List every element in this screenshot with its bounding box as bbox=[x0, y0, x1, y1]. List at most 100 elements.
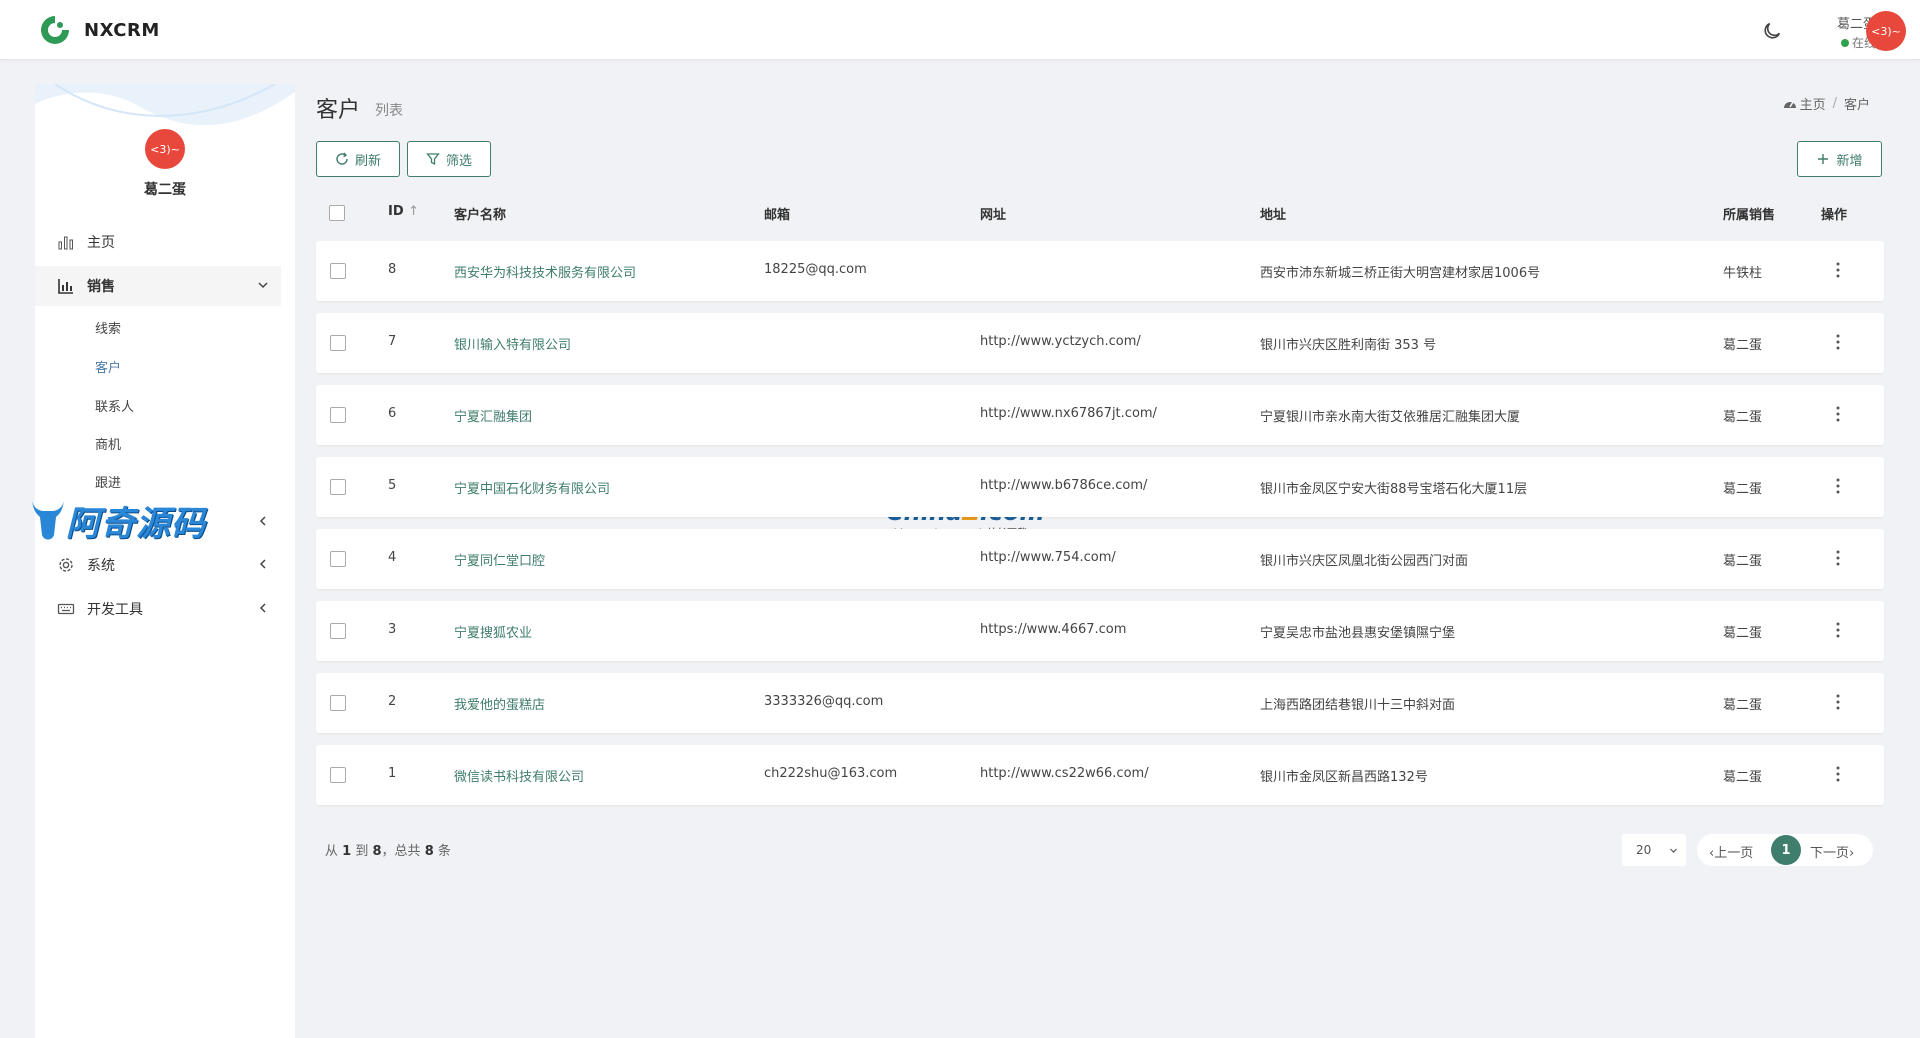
row-checkbox[interactable] bbox=[330, 551, 346, 567]
row-address: 宁夏银川市亲水南大街艾依雅居汇融集团大厦 bbox=[1260, 410, 1521, 425]
column-name[interactable]: 客户名称 bbox=[454, 204, 506, 223]
row-checkbox[interactable] bbox=[330, 479, 346, 495]
row-customer-name-link[interactable]: 宁夏搜狐农业 bbox=[454, 622, 532, 641]
pagination-summary: 从 1 到 8，总共 8 条 bbox=[325, 840, 451, 859]
row-id: 8 bbox=[388, 262, 397, 277]
refresh-button[interactable]: 刷新 bbox=[316, 141, 400, 177]
row-id: 7 bbox=[388, 334, 397, 349]
pagination: ‹上一页 1 下一页› bbox=[1697, 834, 1873, 866]
add-button-label: 新增 bbox=[1836, 153, 1863, 169]
table-row[interactable]: 6 宁夏汇融集团 http://www.nx67867jt.com/ 宁夏银川市… bbox=[316, 385, 1884, 445]
more-vertical-icon[interactable] bbox=[1836, 333, 1840, 351]
select-all-checkbox[interactable] bbox=[329, 205, 345, 221]
top-bar: NXCRM 葛二蛋 在线 <3)~ bbox=[0, 0, 1920, 60]
row-customer-name-link[interactable]: 银川输入特有限公司 bbox=[454, 334, 571, 353]
column-email[interactable]: 邮箱 bbox=[764, 204, 790, 223]
sidebar-subitem-followups[interactable]: 跟进 bbox=[95, 472, 121, 491]
sidebar-subitem-customers[interactable]: 客户 bbox=[95, 357, 121, 376]
row-sales: 葛二蛋 bbox=[1723, 698, 1763, 713]
sidebar-item-dev-tools[interactable]: 开发工具 bbox=[35, 589, 281, 629]
filter-button[interactable]: 筛选 bbox=[407, 141, 491, 177]
more-vertical-icon[interactable] bbox=[1836, 693, 1840, 711]
page-size-select[interactable]: 20 bbox=[1622, 834, 1686, 866]
bar-chart-icon bbox=[58, 236, 73, 250]
row-checkbox[interactable] bbox=[330, 767, 346, 783]
chevron-left-icon bbox=[259, 559, 266, 569]
more-vertical-icon[interactable] bbox=[1836, 405, 1840, 423]
summary-text: 从 bbox=[325, 844, 339, 859]
summary-from: 1 bbox=[342, 844, 352, 859]
sidebar-user-name: 葛二蛋 bbox=[144, 182, 186, 198]
sidebar: <3)~ 葛二蛋 主页 销售 线索 客户 联系人 商机 跟进 系统 开发工具 bbox=[35, 84, 295, 1038]
row-customer-name-link[interactable]: 微信读书科技有限公司 bbox=[454, 766, 584, 785]
row-customer-name-link[interactable]: 宁夏同仁堂口腔 bbox=[454, 550, 545, 569]
row-address: 上海西路团结巷银川十三中斜对面 bbox=[1260, 698, 1456, 713]
more-vertical-icon[interactable] bbox=[1836, 621, 1840, 639]
sidebar-item-label: 销售 bbox=[87, 279, 115, 295]
sidebar-item-system[interactable]: 系统 bbox=[35, 545, 281, 585]
sidebar-item-label: 开发工具 bbox=[87, 602, 143, 618]
table-row[interactable]: 2 我爱他的蛋糕店 3333326@qq.com 上海西路团结巷银川十三中斜对面… bbox=[316, 673, 1884, 733]
page-title: 客户 bbox=[316, 98, 361, 123]
row-customer-name-link[interactable]: 西安华为科技技术服务有限公司 bbox=[454, 262, 636, 281]
chevron-down-icon bbox=[258, 282, 268, 289]
row-email: ch222shu@163.com bbox=[764, 766, 898, 781]
page-number-current[interactable]: 1 bbox=[1771, 835, 1801, 865]
column-address[interactable]: 地址 bbox=[1260, 204, 1286, 223]
app-name: NXCRM bbox=[84, 19, 160, 41]
more-vertical-icon[interactable] bbox=[1836, 477, 1840, 495]
prev-page-label: 上一页 bbox=[1714, 846, 1754, 861]
row-checkbox[interactable] bbox=[330, 407, 346, 423]
row-address: 银川市兴庆区凤凰北街公园西门对面 bbox=[1260, 554, 1469, 569]
dark-mode-icon[interactable] bbox=[1761, 20, 1783, 42]
row-id: 3 bbox=[388, 622, 397, 637]
chevron-left-icon bbox=[259, 603, 266, 613]
breadcrumb-separator: / bbox=[1832, 96, 1837, 111]
row-checkbox[interactable] bbox=[330, 623, 346, 639]
sidebar-subitem-opportunities[interactable]: 商机 bbox=[95, 434, 121, 453]
row-email: 3333326@qq.com bbox=[764, 694, 884, 709]
table-row[interactable]: 1 微信读书科技有限公司 ch222shu@163.com http://www… bbox=[316, 745, 1884, 805]
gear-icon bbox=[59, 558, 73, 572]
row-customer-name-link[interactable]: 宁夏中国石化财务有限公司 bbox=[454, 478, 610, 497]
sidebar-subitem-leads[interactable]: 线索 bbox=[95, 318, 121, 337]
table-header: ID ↑ 客户名称 邮箱 网址 地址 所属销售 操作 bbox=[316, 196, 1886, 228]
sidebar-item-home[interactable]: 主页 bbox=[35, 222, 281, 262]
row-checkbox[interactable] bbox=[330, 335, 346, 351]
table-row[interactable]: 3 宁夏搜狐农业 https://www.4667.com 宁夏吴忠市盐池县惠安… bbox=[316, 601, 1884, 661]
row-checkbox[interactable] bbox=[330, 695, 346, 711]
sidebar-avatar[interactable]: <3)~ bbox=[145, 129, 185, 169]
column-sales[interactable]: 所属销售 bbox=[1723, 204, 1775, 223]
row-id: 5 bbox=[388, 478, 397, 493]
row-address: 银川市金凤区宁安大街88号宝塔石化大厦11层 bbox=[1260, 482, 1528, 497]
row-url: http://www.754.com/ bbox=[980, 550, 1116, 565]
row-checkbox[interactable] bbox=[330, 263, 346, 279]
column-url[interactable]: 网址 bbox=[980, 204, 1006, 223]
row-sales: 牛铁柱 bbox=[1723, 266, 1763, 281]
table-row[interactable]: 5 宁夏中国石化财务有限公司 http://www.b6786ce.com/ 银… bbox=[316, 457, 1884, 517]
app-logo[interactable]: NXCRM bbox=[38, 13, 160, 47]
row-customer-name-link[interactable]: 我爱他的蛋糕店 bbox=[454, 694, 545, 713]
column-id[interactable]: ID ↑ bbox=[388, 204, 419, 219]
table-row[interactable]: 7 银川输入特有限公司 http://www.yctzych.com/ 银川市兴… bbox=[316, 313, 1884, 373]
row-customer-name-link[interactable]: 宁夏汇融集团 bbox=[454, 406, 532, 425]
table-row[interactable]: 8 西安华为科技技术服务有限公司 18225@qq.com 西安市沛东新城三桥正… bbox=[316, 241, 1884, 301]
avatar[interactable]: <3)~ bbox=[1866, 11, 1906, 51]
summary-text: 到 bbox=[355, 844, 369, 859]
row-id: 1 bbox=[388, 766, 397, 781]
chevron-left-icon bbox=[259, 516, 266, 526]
more-vertical-icon[interactable] bbox=[1836, 549, 1840, 567]
sidebar-subitem-contacts[interactable]: 联系人 bbox=[95, 396, 134, 415]
table-row[interactable]: 4 宁夏同仁堂口腔 http://www.754.com/ 银川市兴庆区凤凰北街… bbox=[316, 529, 1884, 589]
add-button[interactable]: 新增 bbox=[1797, 141, 1882, 177]
more-vertical-icon[interactable] bbox=[1836, 261, 1840, 279]
summary-text: ，总共 bbox=[381, 844, 421, 859]
next-page-button[interactable]: 下一页› bbox=[1810, 842, 1854, 861]
breadcrumb-current: 客户 bbox=[1843, 98, 1870, 113]
more-vertical-icon[interactable] bbox=[1836, 765, 1840, 783]
sidebar-item-sales[interactable]: 销售 bbox=[35, 266, 281, 306]
row-sales: 葛二蛋 bbox=[1723, 410, 1763, 425]
prev-page-button[interactable]: ‹上一页 bbox=[1709, 842, 1753, 861]
bull-logo-icon bbox=[32, 500, 64, 539]
breadcrumb-home[interactable]: 主页 bbox=[1800, 94, 1826, 113]
